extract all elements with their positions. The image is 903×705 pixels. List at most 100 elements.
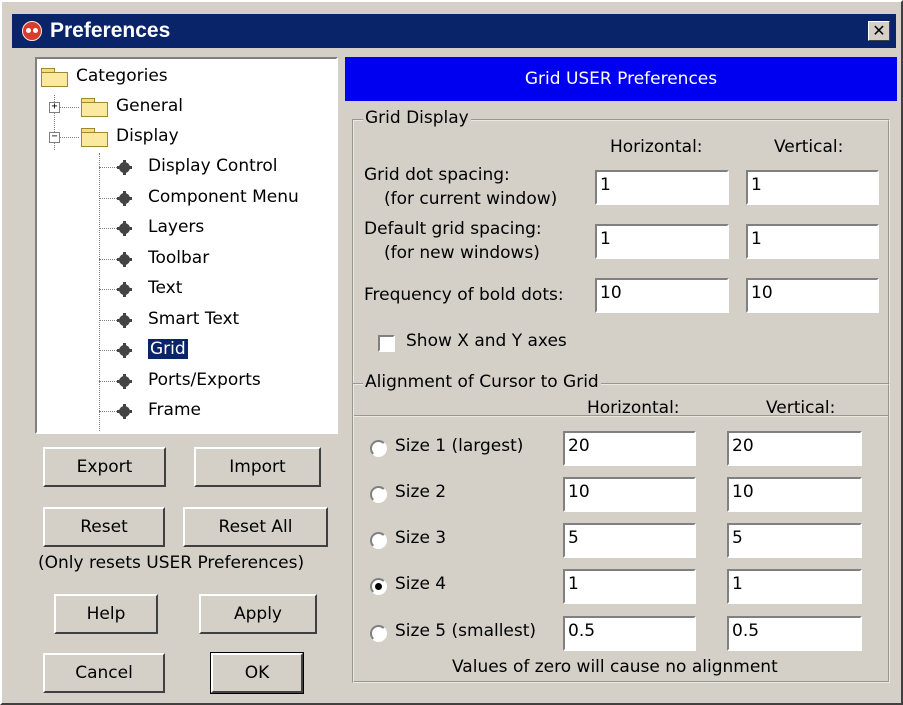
bullet-icon (117, 404, 132, 419)
bold-frequency-label: Frequency of bold dots: (364, 285, 564, 305)
bold-frequency-horizontal-field[interactable]: 10 (595, 278, 729, 313)
size-3-vertical-field[interactable]: 5 (727, 523, 862, 558)
dot-spacing-vertical-field[interactable]: 1 (746, 170, 879, 205)
size-2-horizontal-field[interactable]: 10 (563, 477, 696, 512)
bullet-icon (117, 313, 132, 328)
tree-item-display-control[interactable]: Display Control (148, 153, 278, 180)
column-header-vertical: Vertical: (774, 137, 844, 157)
expand-icon[interactable]: + (49, 102, 60, 113)
tree-line (99, 198, 117, 199)
help-button[interactable]: Help (54, 594, 158, 634)
bullet-icon (117, 221, 132, 236)
tree-item-label: Frame (148, 400, 201, 420)
export-button[interactable]: Export (43, 447, 166, 487)
category-tree[interactable]: Categories + General − Display Display C… (35, 57, 338, 434)
tree-item-label: Categories (76, 66, 168, 86)
default-spacing-sublabel: (for new windows) (384, 243, 540, 263)
size-1-label: Size 1 (largest) (395, 436, 524, 456)
show-axes-label: Show X and Y axes (406, 331, 567, 351)
tree-item-toolbar[interactable]: Toolbar (148, 245, 209, 272)
close-button[interactable]: ✕ (868, 21, 890, 41)
size-2-label: Size 2 (395, 482, 447, 502)
app-icon (22, 21, 42, 41)
tree-item-label: Grid (148, 339, 188, 359)
tree-item-label: Toolbar (148, 248, 210, 268)
apply-button[interactable]: Apply (199, 594, 317, 634)
group-legend: Alignment of Cursor to Grid (363, 372, 601, 392)
default-spacing-vertical-field[interactable]: 1 (746, 224, 879, 259)
panel-title: Grid USER Preferences (345, 57, 897, 101)
default-spacing-horizontal-field[interactable]: 1 (595, 224, 729, 259)
bullet-icon (117, 343, 132, 358)
show-axes-checkbox[interactable] (378, 335, 395, 352)
dot-spacing-label: Grid dot spacing: (364, 165, 510, 185)
tree-item-grid[interactable]: Grid (148, 336, 188, 363)
size-5-label: Size 5 (smallest) (395, 621, 537, 641)
size-5-vertical-field[interactable]: 0.5 (727, 616, 862, 651)
size-1-radio[interactable] (370, 440, 387, 457)
grid-preferences-panel: Grid USER Preferences Grid Display Horiz… (345, 57, 897, 692)
window-title: Preferences (50, 19, 171, 42)
tree-line (99, 411, 117, 412)
size-4-radio[interactable] (370, 578, 387, 595)
column-header-vertical: Vertical: (766, 398, 836, 418)
tree-item-label: Display (116, 126, 179, 146)
tree-item-frame[interactable]: Frame (148, 397, 201, 424)
tree-item-layers[interactable]: Layers (148, 214, 204, 241)
alignment-note: Values of zero will cause no alignment (452, 657, 778, 677)
import-button[interactable]: Import (194, 447, 321, 487)
tree-line (99, 350, 117, 351)
tree-item-ports-exports[interactable]: Ports/Exports (148, 367, 261, 394)
size-3-horizontal-field[interactable]: 5 (563, 523, 696, 558)
cancel-button[interactable]: Cancel (43, 653, 165, 693)
tree-line (59, 137, 79, 138)
tree-line (59, 107, 79, 108)
size-5-radio[interactable] (370, 625, 387, 642)
tree-item-label: Smart Text (148, 309, 240, 329)
tree-item-smart-text[interactable]: Smart Text (148, 306, 239, 333)
tree-item-label: Text (148, 278, 183, 298)
tree-item-label: Ports/Exports (148, 370, 261, 390)
group-legend: Grid Display (363, 108, 471, 128)
alignment-group: Alignment of Cursor to Grid Horizontal: … (352, 372, 890, 683)
reset-button[interactable]: Reset (43, 507, 165, 547)
folder-icon (81, 128, 108, 147)
ok-button[interactable]: OK (210, 652, 304, 694)
dot-spacing-horizontal-field[interactable]: 1 (595, 170, 729, 205)
column-header-horizontal: Horizontal: (587, 398, 680, 418)
size-4-horizontal-field[interactable]: 1 (563, 569, 696, 604)
tree-line (99, 320, 117, 321)
column-header-horizontal: Horizontal: (610, 137, 703, 157)
bullet-icon (117, 191, 132, 206)
bullet-icon (117, 374, 132, 389)
tree-item-label: Display Control (148, 156, 278, 176)
tree-line (99, 167, 117, 168)
tree-item-label: Layers (148, 217, 205, 237)
bullet-icon (117, 252, 132, 267)
tree-item-component-menu[interactable]: Component Menu (148, 184, 299, 211)
size-5-horizontal-field[interactable]: 0.5 (563, 616, 696, 651)
bullet-icon (117, 282, 132, 297)
size-1-vertical-field[interactable]: 20 (727, 431, 862, 466)
folder-icon (41, 68, 68, 87)
reset-all-button[interactable]: Reset All (183, 507, 328, 547)
tree-line (99, 259, 117, 260)
tree-item-label: Component Menu (148, 187, 299, 207)
tree-line (99, 228, 117, 229)
size-1-horizontal-field[interactable]: 20 (563, 431, 696, 466)
size-2-radio[interactable] (370, 486, 387, 503)
tree-item-text[interactable]: Text (148, 275, 182, 302)
size-2-vertical-field[interactable]: 10 (727, 477, 862, 512)
size-3-radio[interactable] (370, 532, 387, 549)
collapse-icon[interactable]: − (49, 132, 60, 143)
tree-item-label: General (116, 96, 183, 116)
preferences-window: Preferences ✕ Categories + General − Dis… (0, 0, 903, 705)
tree-line (99, 381, 117, 382)
title-bar[interactable]: Preferences ✕ (12, 14, 896, 48)
dot-spacing-sublabel: (for current window) (384, 189, 558, 209)
size-4-vertical-field[interactable]: 1 (727, 569, 862, 604)
default-spacing-label: Default grid spacing: (364, 219, 542, 239)
size-4-label: Size 4 (395, 574, 447, 594)
folder-icon (81, 98, 108, 117)
bold-frequency-vertical-field[interactable]: 10 (746, 278, 879, 313)
